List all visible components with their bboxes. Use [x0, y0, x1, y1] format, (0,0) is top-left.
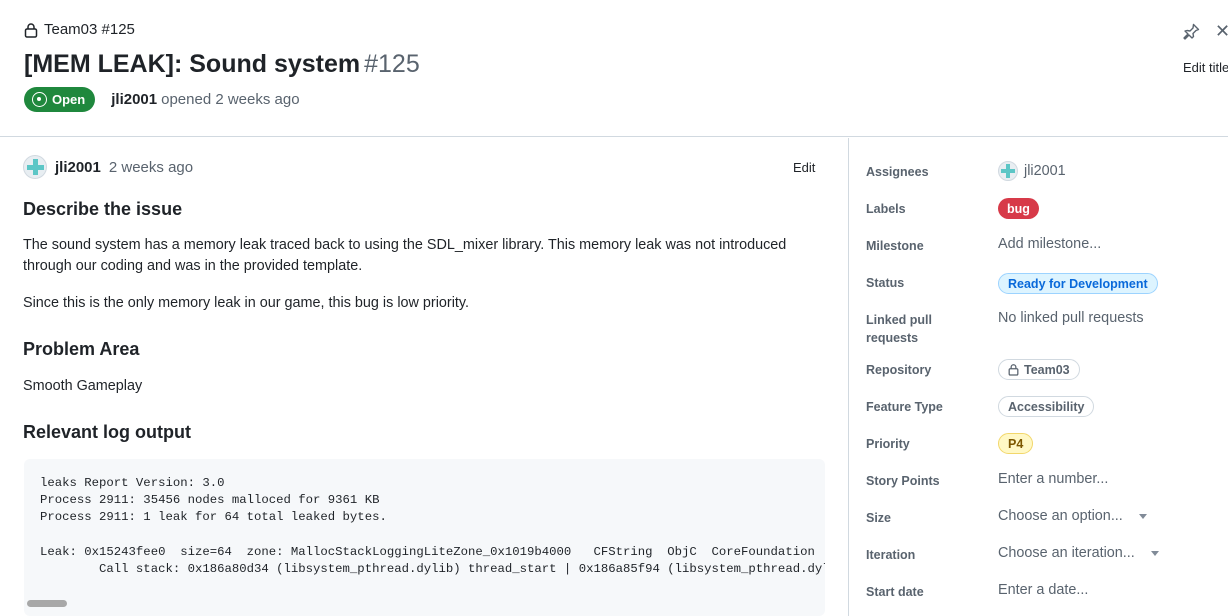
avatar[interactable] — [23, 155, 47, 179]
repository-pill[interactable]: Team03 — [998, 359, 1080, 380]
lock-icon — [1008, 364, 1019, 376]
size-label: Size — [866, 511, 892, 525]
priority-value[interactable]: P4 — [998, 433, 1034, 454]
comment-author[interactable]: jli2001 — [55, 159, 101, 176]
repository-label: Repository — [866, 363, 932, 377]
issue-title: [MEM LEAK]: Sound system — [24, 50, 361, 78]
repository-value[interactable]: Team03 — [998, 359, 1080, 380]
problem-area-heading: Problem Area — [23, 339, 140, 359]
story-points-label: Story Points — [866, 474, 940, 488]
assignees-value[interactable]: jli2001 — [998, 161, 1066, 181]
pin-icon[interactable] — [1183, 22, 1201, 40]
scrollbar-thumb[interactable] — [27, 600, 67, 607]
issue-description: The sound system has a memory leak trace… — [23, 237, 787, 274]
repo-label: Team03 #125 — [44, 21, 135, 38]
start-date-input[interactable]: Enter a date... — [998, 582, 1088, 598]
issue-number: #125 — [364, 50, 420, 78]
repository-name: Team03 — [1024, 362, 1070, 377]
lock-icon — [24, 22, 38, 38]
feature-type-pill[interactable]: Accessibility — [998, 396, 1095, 417]
opened-text: opened 2 weeks ago — [161, 91, 300, 108]
comment-header: jli2001 2 weeks ago — [23, 155, 193, 179]
story-points-input[interactable]: Enter a number... — [998, 471, 1108, 487]
priority-label: Priority — [866, 437, 910, 451]
start-date-label: Start date — [866, 585, 924, 599]
repo-breadcrumb[interactable]: Team03 #125 — [24, 21, 135, 38]
edit-comment-button[interactable]: Edit — [793, 160, 815, 175]
page-title: [MEM LEAK]: Sound system #125 — [24, 50, 420, 79]
assignee-name: jli2001 — [1024, 163, 1066, 179]
avatar — [998, 161, 1018, 181]
bug-label[interactable]: bug — [998, 198, 1039, 219]
iteration-label: Iteration — [866, 548, 916, 562]
feature-type-value[interactable]: Accessibility — [998, 396, 1095, 417]
status-value[interactable]: Ready for Development — [998, 273, 1158, 294]
log-heading: Relevant log output — [23, 422, 191, 442]
status-pill[interactable]: Ready for Development — [998, 273, 1158, 294]
author-link[interactable]: jli2001 — [111, 91, 157, 108]
log-code-block[interactable]: leaks Report Version: 3.0 Process 2911: … — [24, 459, 825, 616]
assignees-label: Assignees — [866, 165, 929, 179]
status-badge: Open — [24, 87, 96, 112]
describe-heading: Describe the issue — [23, 199, 183, 219]
opened-meta: jli2001 opened 2 weeks ago — [111, 91, 299, 108]
priority-pill[interactable]: P4 — [998, 433, 1034, 454]
iteration-placeholder: Choose an iteration... — [998, 545, 1135, 561]
horizontal-scrollbar[interactable] — [24, 600, 825, 608]
milestone-label: Milestone — [866, 239, 924, 253]
issue-priority-note: Since this is the only memory leak in ou… — [23, 295, 470, 311]
log-output: leaks Report Version: 3.0 Process 2911: … — [40, 476, 825, 577]
labels-label: Labels — [866, 202, 906, 216]
size-placeholder: Choose an option... — [998, 508, 1123, 524]
milestone-value[interactable]: Add milestone... — [998, 236, 1101, 252]
iteration-select[interactable]: Choose an iteration... — [998, 545, 1159, 561]
feature-type-label: Feature Type — [866, 400, 943, 414]
issue-state-row: Open jli2001 opened 2 weeks ago — [24, 87, 300, 112]
issue-open-icon — [32, 92, 47, 107]
close-icon[interactable]: ✕ — [1215, 22, 1228, 40]
status-label: Status — [866, 276, 905, 290]
issue-body: jli2001 2 weeks ago Edit Describe the is… — [0, 138, 849, 616]
state-label: Open — [52, 92, 86, 107]
edit-title-button[interactable]: Edit title — [1183, 60, 1228, 75]
comment-time[interactable]: 2 weeks ago — [109, 159, 193, 176]
linked-prs-value: No linked pull requests — [998, 310, 1144, 326]
chevron-down-icon — [1150, 550, 1159, 556]
size-select[interactable]: Choose an option... — [998, 508, 1147, 524]
issue-header: Team03 #125 [MEM LEAK]: Sound system #125… — [0, 0, 1228, 137]
linked-prs-label: Linked pull requests — [866, 313, 932, 345]
problem-area-value: Smooth Gameplay — [23, 378, 143, 394]
labels-value[interactable]: bug — [998, 198, 1039, 219]
chevron-down-icon — [1138, 513, 1147, 519]
